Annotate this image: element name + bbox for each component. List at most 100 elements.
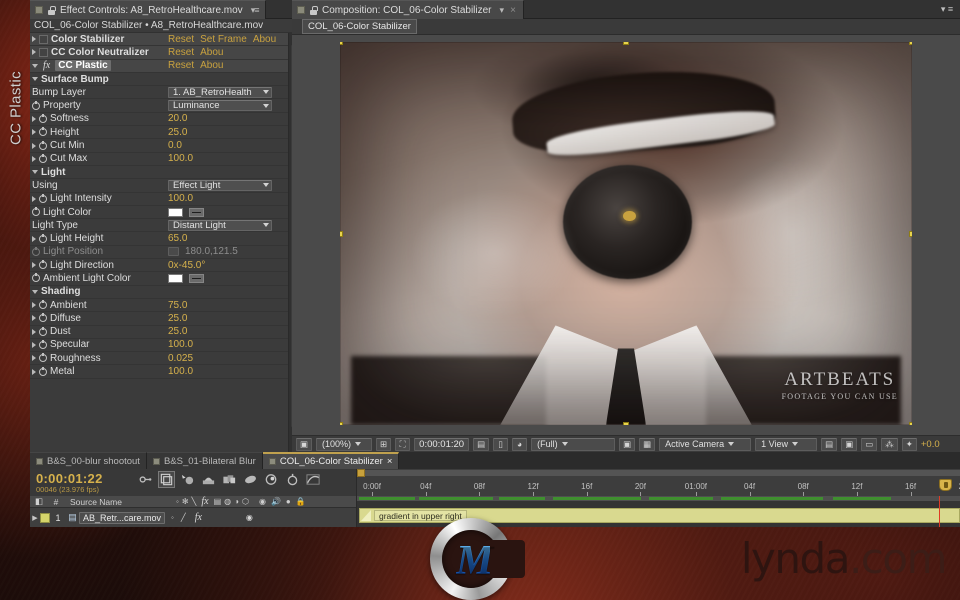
tab-effect-controls[interactable]: Effect Controls: A8_RetroHealthcare.mov … [30, 0, 267, 19]
disclosure-triangle-icon[interactable] [32, 302, 36, 309]
selection-handle-bottom-left[interactable] [340, 422, 343, 425]
close-icon[interactable]: × [387, 456, 393, 467]
panel-options-icon[interactable]: ▾ ≡ [934, 0, 960, 19]
param-value[interactable]: 100.0 [168, 193, 193, 204]
snapshot-camera-icon[interactable]: ▤ [473, 437, 490, 451]
group-surface-bump[interactable]: Surface Bump [30, 73, 288, 87]
disclosure-triangle-icon[interactable] [32, 195, 36, 202]
param-bump-layer[interactable]: Bump Layer 1. AB_RetroHealth [30, 86, 288, 100]
about-link[interactable]: Abou [200, 60, 223, 71]
composition-viewer[interactable]: ARTBEATS FOOTAGE YOU CAN USE [292, 35, 960, 435]
auto-keyframe-icon[interactable] [285, 472, 300, 487]
frame-blending-icon[interactable] [222, 472, 237, 487]
effects-fx-icon[interactable]: fx [193, 512, 204, 523]
param-value[interactable]: 0x-45.0° [168, 260, 205, 271]
effect-row-color-stabilizer[interactable]: Color Stabilizer Reset Set Frame Abou [30, 33, 288, 47]
param-light-intensity[interactable]: Light Intensity 100.0 [30, 193, 288, 206]
param-value[interactable]: 0.025 [168, 353, 193, 364]
stopwatch-icon[interactable] [39, 366, 47, 376]
disclosure-triangle-icon[interactable] [32, 49, 36, 56]
panel-menu-icon[interactable]: ▾ [500, 5, 504, 16]
selection-handle-bottom-right[interactable] [909, 422, 912, 425]
graph-editor-icon[interactable] [306, 472, 321, 487]
param-using[interactable]: Using Effect Light [30, 179, 288, 193]
lock-icon[interactable] [309, 5, 318, 15]
bump-layer-dropdown[interactable]: 1. AB_RetroHealth [168, 86, 272, 98]
stopwatch-icon[interactable] [39, 113, 47, 123]
param-value[interactable]: 25.0 [168, 313, 187, 324]
selection-handle-middle-left[interactable] [340, 230, 343, 237]
current-time-display[interactable]: 0:00:01:20 [414, 437, 470, 451]
timeline-tab-col-06[interactable]: COL_06-Color Stabilizer × [262, 452, 400, 469]
timecode-display[interactable]: 0:00:01:22 00046 (23.976 fps) [36, 471, 103, 494]
disclosure-triangle-icon[interactable] [32, 328, 36, 335]
fast-previews-icon[interactable]: ✦ [901, 437, 917, 451]
show-channel-icon[interactable]: ◕ [512, 437, 528, 451]
disclosure-triangle-icon[interactable] [32, 115, 36, 122]
param-value[interactable]: 25.0 [168, 127, 187, 138]
timeline-ruler[interactable]: 0:00f 04f 08f 12f 16f 20f 01:00f 04f 08f… [356, 469, 960, 496]
close-icon[interactable]: × [510, 5, 516, 16]
param-height[interactable]: Height 25.0 [30, 126, 288, 140]
param-softness[interactable]: Softness 20.0 [30, 113, 288, 127]
eyedropper-icon[interactable] [189, 207, 204, 217]
disclosure-triangle-icon[interactable] [32, 36, 36, 43]
param-value[interactable]: 100.0 [168, 153, 193, 164]
param-metal[interactable]: Metal 100.0 [30, 365, 288, 379]
pixel-aspect-correction-icon[interactable]: ▣ [841, 437, 858, 451]
stopwatch-icon[interactable] [39, 260, 47, 270]
timeline-tab-bs-00[interactable]: B&S_00-blur shootout [30, 452, 147, 469]
selection-handle-top-left[interactable] [340, 42, 343, 45]
param-value[interactable]: 0.0 [168, 140, 182, 151]
reset-link[interactable]: Reset [168, 34, 194, 45]
param-light-color[interactable]: Light Color [30, 206, 288, 220]
param-ambient-light-color[interactable]: Ambient Light Color [30, 272, 288, 286]
stopwatch-icon[interactable] [39, 300, 47, 310]
reset-link[interactable]: Reset [168, 47, 194, 58]
param-specular[interactable]: Specular 100.0 [30, 339, 288, 353]
light-color-swatch[interactable] [168, 207, 183, 217]
param-dust[interactable]: Dust 25.0 [30, 326, 288, 339]
comp-flowchart-icon[interactable]: ⁂ [881, 437, 898, 451]
current-time-indicator[interactable] [938, 496, 940, 527]
always-preview-icon[interactable]: ▣ [296, 437, 313, 451]
stopwatch-icon[interactable] [39, 127, 47, 137]
disclosure-triangle-icon[interactable] [32, 129, 36, 136]
set-frame-link[interactable]: Set Frame [200, 34, 247, 45]
stopwatch-icon[interactable] [32, 273, 40, 283]
param-value[interactable]: 100.0 [168, 339, 193, 350]
zoom-dropdown[interactable]: (100%) [316, 437, 373, 451]
stopwatch-icon[interactable] [32, 207, 40, 216]
disclosure-triangle-icon[interactable] [32, 368, 36, 375]
group-shading[interactable]: Shading [30, 286, 288, 299]
toggle-mask-icon[interactable]: ▦ [639, 437, 656, 451]
group-light[interactable]: Light [30, 166, 288, 180]
work-area-bar[interactable] [357, 470, 960, 476]
disclosure-triangle-icon[interactable] [32, 63, 38, 68]
param-light-type[interactable]: Light Type Distant Light [30, 219, 288, 233]
param-light-height[interactable]: Light Height 65.0 [30, 232, 288, 246]
selection-handle-top-middle[interactable] [623, 42, 629, 45]
disclosure-triangle-icon[interactable] [32, 341, 36, 348]
param-cut-min[interactable]: Cut Min 0.0 [30, 139, 288, 153]
layer-disclosure-triangle-icon[interactable]: ▶ [30, 514, 40, 522]
selection-handle-middle-right[interactable] [909, 230, 912, 237]
selection-handle-bottom-middle[interactable] [623, 422, 629, 425]
stopwatch-icon[interactable] [32, 100, 40, 110]
about-link[interactable]: Abou [200, 47, 223, 58]
eyedropper-icon[interactable] [189, 273, 204, 283]
resolution-dropdown[interactable]: (Full) [531, 437, 616, 451]
disclosure-triangle-icon[interactable] [32, 355, 36, 362]
selection-handle-top-right[interactable] [909, 42, 912, 45]
param-value[interactable]: 20.0 [168, 113, 187, 124]
timeline-icon[interactable]: ▭ [861, 437, 878, 451]
param-roughness[interactable]: Roughness 0.025 [30, 352, 288, 366]
composition-mini-flowchart-icon[interactable] [158, 471, 175, 488]
disclosure-triangle-icon[interactable] [32, 77, 38, 82]
about-link[interactable]: Abou [253, 34, 276, 45]
layer-switches[interactable]: ◦ ╱ fx [171, 512, 204, 523]
region-of-interest-icon[interactable]: ⛶ [395, 437, 411, 451]
exposure-value[interactable]: +0.0 [921, 439, 940, 450]
reset-link[interactable]: Reset [168, 60, 194, 71]
param-light-direction[interactable]: Light Direction 0x-45.0° [30, 259, 288, 273]
